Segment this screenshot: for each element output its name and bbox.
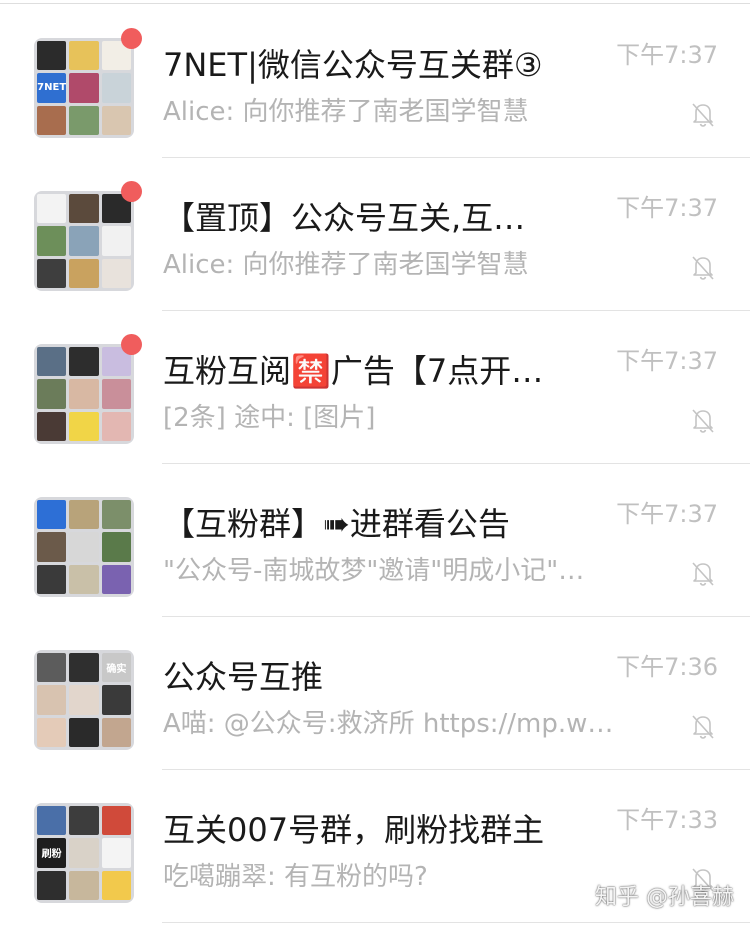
avatar-tile: 7NET bbox=[37, 73, 67, 103]
avatar-tile bbox=[69, 411, 99, 441]
unread-dot bbox=[121, 334, 142, 355]
muted-bell-icon bbox=[692, 715, 714, 739]
watermark: 知乎 @孙喜赫 bbox=[595, 885, 734, 910]
avatar-tile bbox=[101, 564, 131, 594]
chat-title: 【置顶】公众号互关,互… bbox=[163, 199, 526, 237]
avatar-tile bbox=[69, 870, 99, 900]
avatar-tile bbox=[37, 500, 67, 530]
chat-list-item[interactable]: 确实 公众号互推 A喵: @公众号:救济所 https://mp.w… 下午7:36 bbox=[0, 617, 750, 770]
chat-preview: Alice: 向你推荐了南老国学智慧 bbox=[163, 97, 529, 127]
avatar-tile: 确实 bbox=[101, 653, 131, 683]
avatar-tile bbox=[37, 653, 67, 683]
chat-list-item[interactable]: 互粉互阅🈲广告【7点开… [2条] 途中: [图片] 下午7:37 bbox=[0, 311, 750, 464]
avatar-tile bbox=[69, 379, 99, 409]
group-avatar[interactable] bbox=[34, 497, 134, 597]
avatar-tile bbox=[37, 226, 67, 256]
chat-title: 7NET|微信公众号互关群③ bbox=[163, 46, 543, 84]
group-avatar[interactable]: 7NET bbox=[34, 38, 134, 138]
avatar-tile bbox=[101, 379, 131, 409]
avatar-tile bbox=[69, 105, 99, 135]
avatar-tile bbox=[37, 105, 67, 135]
avatar-tile bbox=[37, 685, 67, 715]
chat-title: 互粉互阅🈲广告【7点开… bbox=[163, 352, 544, 390]
unread-dot bbox=[121, 181, 142, 202]
avatar-tile bbox=[69, 73, 99, 103]
avatar-tile bbox=[69, 226, 99, 256]
avatar-tile bbox=[101, 532, 131, 562]
chat-timestamp: 下午7:37 bbox=[616, 194, 718, 222]
chat-preview: "公众号-南城故梦"邀请"明成小记"… bbox=[163, 556, 585, 586]
chat-timestamp: 下午7:37 bbox=[616, 347, 718, 375]
avatar-tile bbox=[101, 685, 131, 715]
avatar-tile bbox=[37, 564, 67, 594]
avatar-tile bbox=[69, 685, 99, 715]
muted-bell-icon bbox=[692, 256, 714, 280]
chat-preview: Alice: 向你推荐了南老国学智慧 bbox=[163, 250, 529, 280]
avatar-tile bbox=[69, 500, 99, 530]
chat-timestamp: 下午7:36 bbox=[616, 653, 718, 681]
avatar-tile: 刷粉 bbox=[37, 838, 67, 868]
avatar-tile bbox=[69, 347, 99, 377]
unread-dot bbox=[121, 28, 142, 49]
avatar-tile bbox=[101, 806, 131, 836]
chat-preview: [2条] 途中: [图片] bbox=[163, 403, 376, 433]
avatar-tile bbox=[37, 806, 67, 836]
chat-title: 公众号互推 bbox=[163, 658, 324, 696]
avatar-tile bbox=[37, 411, 67, 441]
avatar-tile bbox=[101, 870, 131, 900]
avatar-tile bbox=[37, 41, 67, 71]
chat-title: 【互粉群】➠进群看公告 bbox=[163, 505, 510, 543]
avatar-tile bbox=[101, 411, 131, 441]
avatar-tile bbox=[101, 838, 131, 868]
chat-list-item[interactable]: 7NET 7NET|微信公众号互关群③ Alice: 向你推荐了南老国学智慧 下午7:… bbox=[0, 5, 750, 158]
chat-list-item[interactable]: 【互粉群】➠进群看公告 "公众号-南城故梦"邀请"明成小记"… 下午7:37 bbox=[0, 464, 750, 617]
avatar-tile bbox=[69, 564, 99, 594]
chat-timestamp: 下午7:33 bbox=[616, 806, 718, 834]
group-avatar[interactable] bbox=[34, 191, 134, 291]
avatar-tile bbox=[37, 870, 67, 900]
avatar-tile bbox=[69, 838, 99, 868]
avatar-tile bbox=[69, 41, 99, 71]
avatar-tile bbox=[37, 379, 67, 409]
avatar-tile bbox=[37, 258, 67, 288]
muted-bell-icon bbox=[692, 409, 714, 433]
avatar-tile bbox=[101, 226, 131, 256]
avatar-tile bbox=[101, 73, 131, 103]
avatar-tile bbox=[69, 806, 99, 836]
avatar-tile bbox=[37, 532, 67, 562]
chat-preview: 吃噶蹦翠: 有互粉的吗? bbox=[163, 862, 428, 892]
avatar-tile bbox=[69, 194, 99, 224]
avatar-tile bbox=[101, 258, 131, 288]
avatar-tile bbox=[37, 347, 67, 377]
muted-bell-icon bbox=[692, 103, 714, 127]
chat-list-item[interactable]: 【置顶】公众号互关,互… Alice: 向你推荐了南老国学智慧 下午7:37 bbox=[0, 158, 750, 311]
divider bbox=[0, 3, 750, 4]
avatar-tile bbox=[101, 105, 131, 135]
avatar-tile bbox=[37, 194, 67, 224]
chat-preview: A喵: @公众号:救济所 https://mp.w… bbox=[163, 709, 614, 739]
divider bbox=[162, 922, 750, 923]
avatar-tile bbox=[37, 717, 67, 747]
avatar-tile bbox=[69, 653, 99, 683]
avatar-tile bbox=[69, 532, 99, 562]
chat-title: 互关007号群，刷粉找群主 bbox=[163, 811, 545, 849]
muted-bell-icon bbox=[692, 562, 714, 586]
avatar-tile bbox=[101, 500, 131, 530]
group-avatar[interactable]: 确实 bbox=[34, 650, 134, 750]
chat-timestamp: 下午7:37 bbox=[616, 500, 718, 528]
chat-timestamp: 下午7:37 bbox=[616, 41, 718, 69]
avatar-tile bbox=[69, 717, 99, 747]
avatar-tile bbox=[101, 717, 131, 747]
chat-list: 7NET 7NET|微信公众号互关群③ Alice: 向你推荐了南老国学智慧 下午7:… bbox=[0, 0, 750, 931]
group-avatar[interactable] bbox=[34, 344, 134, 444]
avatar-tile bbox=[69, 258, 99, 288]
group-avatar[interactable]: 刷粉 bbox=[34, 803, 134, 903]
